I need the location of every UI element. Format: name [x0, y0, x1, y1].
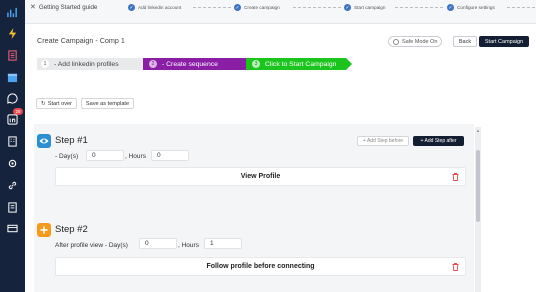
getting-started-bar: ✕ Getting Started guide ✓ Add linkedin a…	[25, 0, 536, 24]
calendar-icon[interactable]	[6, 71, 19, 84]
guide-step-create-campaign[interactable]: ✓ Create campaign	[234, 4, 280, 11]
step-2-hours-input[interactable]: 1	[204, 238, 242, 249]
scroll-up-icon[interactable]: ▲	[476, 128, 480, 133]
guide-divider	[293, 7, 343, 8]
step-2-days-input[interactable]: 0	[139, 238, 177, 249]
eye-icon	[37, 134, 51, 148]
step-2-action-card[interactable]: Follow profile before connecting	[55, 257, 466, 276]
left-nav: 28	[0, 0, 25, 292]
guide-title: ✕ Getting Started guide	[30, 3, 98, 12]
step-1-days-label: - Day(s)	[55, 153, 79, 160]
guide-divider	[395, 7, 445, 8]
step-1-hours-label: , Hours	[125, 153, 146, 160]
step-1-hours-input[interactable]: 0	[151, 150, 189, 161]
list-icon[interactable]	[6, 49, 19, 62]
building-icon[interactable]	[6, 135, 19, 148]
step-1-action-label: View Profile	[240, 173, 281, 180]
guide-divider	[507, 7, 536, 8]
page-title: Create Campaign - Comp 1	[37, 36, 125, 45]
document-icon[interactable]	[6, 201, 19, 214]
refresh-icon: ↻	[41, 100, 46, 107]
close-icon[interactable]: ✕	[30, 3, 36, 11]
guide-step-add-linkedin[interactable]: ✓ Add linkedin account	[128, 4, 181, 11]
trash-icon[interactable]	[452, 263, 459, 271]
step-2-action-label: Follow profile before connecting	[206, 263, 315, 270]
start-campaign-button[interactable]: Start Campaign	[479, 36, 529, 47]
step-2-title: Step #2	[55, 224, 88, 235]
gear-icon[interactable]	[6, 157, 19, 170]
progress-step-create-sequence[interactable]: 2 - Create sequence	[143, 58, 246, 70]
scrollbar-thumb[interactable]	[476, 150, 480, 222]
step-2-days-label: After profile view - Day(s)	[55, 242, 128, 249]
link-icon[interactable]	[6, 179, 19, 192]
back-button[interactable]: Back	[453, 36, 477, 47]
lightning-icon[interactable]	[6, 27, 19, 40]
add-step-after-button[interactable]: + Add Step after	[413, 136, 464, 146]
step-1-action-card[interactable]: View Profile	[55, 167, 466, 186]
progress-step-add-profiles[interactable]: 1 - Add linkedin profiles	[37, 58, 143, 70]
trash-icon[interactable]	[452, 173, 459, 181]
check-icon: ✓	[234, 4, 241, 11]
dashboard-icon[interactable]	[6, 6, 19, 19]
step-2-hours-label: , Hours	[178, 242, 199, 249]
progress-arrow	[346, 58, 352, 70]
start-over-button[interactable]: ↻ Start over	[36, 98, 77, 109]
step-1-title: Step #1	[55, 135, 88, 146]
check-icon: ✓	[344, 4, 351, 11]
save-as-template-button[interactable]: Save as template	[81, 98, 134, 109]
check-icon: ✓	[128, 4, 135, 11]
safe-mode-toggle[interactable]: Safe Mode On	[388, 36, 443, 47]
guide-step-start-campaign[interactable]: ✓ Start campaign	[344, 4, 386, 11]
shield-icon	[393, 38, 399, 45]
check-icon: ✓	[447, 4, 454, 11]
add-step-before-button[interactable]: + Add Step before	[357, 136, 409, 146]
progress-step-start-campaign[interactable]: 3 Click to Start Campaign	[246, 58, 346, 70]
card-icon[interactable]	[6, 222, 19, 235]
step-1-days-input[interactable]: 0	[86, 150, 124, 161]
linkedin-icon[interactable]	[6, 113, 19, 126]
guide-step-configure-settings[interactable]: ✓ Configure settings	[447, 4, 495, 11]
guide-divider	[193, 7, 231, 8]
inbox-icon[interactable]	[6, 92, 19, 105]
plus-icon	[37, 223, 51, 237]
